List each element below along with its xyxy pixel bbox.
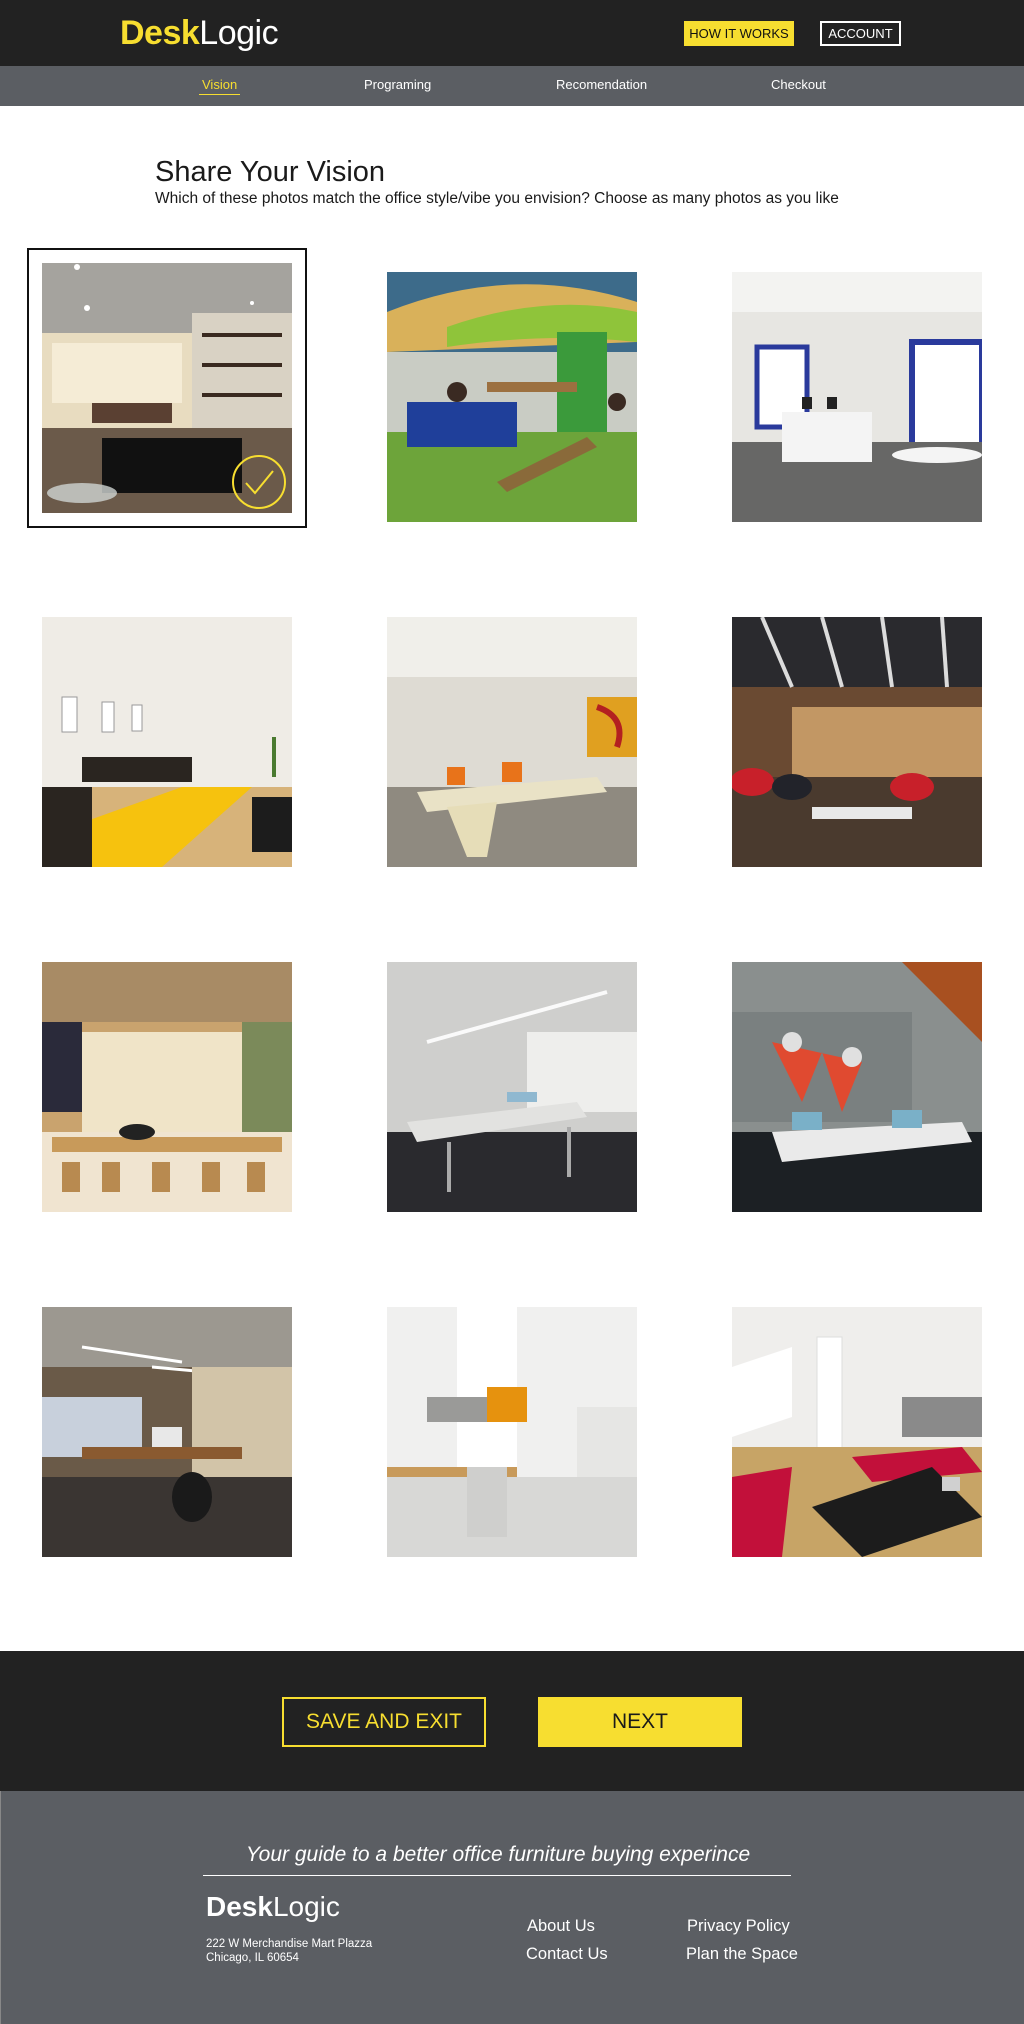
- office-photo-11[interactable]: [387, 1307, 637, 1557]
- office-photo-2-image: [387, 272, 637, 522]
- footer: Your guide to a better office furniture …: [0, 1791, 1024, 2024]
- office-photo-6[interactable]: [732, 617, 982, 867]
- office-photo-3-image: [732, 272, 982, 522]
- logo-logic-text: Logic: [199, 14, 279, 52]
- nav-item-vision[interactable]: Vision: [199, 77, 241, 95]
- office-photo-7[interactable]: [42, 962, 292, 1212]
- office-photo-5[interactable]: [387, 617, 637, 867]
- page-subtitle: Which of these photos match the office s…: [155, 190, 839, 207]
- footer-logo-logic: Logic: [272, 1891, 340, 1922]
- selected-check-icon: [232, 455, 286, 509]
- office-photo-8-image: [387, 962, 637, 1212]
- plan-the-space-link[interactable]: Plan the Space: [686, 1945, 798, 1964]
- office-photo-4-image: [42, 617, 292, 867]
- next-button[interactable]: NEXT: [538, 1697, 742, 1747]
- desklogic-logo[interactable]: DeskLogic: [120, 14, 279, 52]
- footer-divider: [203, 1875, 791, 1876]
- office-photo-8[interactable]: [387, 962, 637, 1212]
- office-photo-9-image: [732, 962, 982, 1212]
- footer-logo[interactable]: DeskLogic: [206, 1891, 340, 1923]
- office-photo-6-image: [732, 617, 982, 867]
- footer-tagline: Your guide to a better office furniture …: [245, 1843, 751, 1866]
- save-and-exit-button[interactable]: SAVE AND EXIT: [282, 1697, 486, 1747]
- step-nav: Vision Programing Recomendation Checkout: [0, 66, 1024, 106]
- account-button[interactable]: ACCOUNT: [820, 21, 901, 46]
- top-header: DeskLogic HOW IT WORKS ACCOUNT: [0, 0, 1024, 66]
- office-photo-12-image: [732, 1307, 982, 1557]
- contact-us-link[interactable]: Contact Us: [526, 1945, 608, 1964]
- office-photo-7-image: [42, 962, 292, 1212]
- nav-item-recomendation[interactable]: Recomendation: [556, 77, 647, 93]
- office-photo-2[interactable]: [387, 272, 637, 522]
- office-photo-12[interactable]: [732, 1307, 982, 1557]
- page-title: Share Your Vision: [155, 156, 386, 188]
- about-us-link[interactable]: About Us: [527, 1917, 595, 1936]
- privacy-policy-link[interactable]: Privacy Policy: [687, 1917, 790, 1936]
- office-photo-5-image: [387, 617, 637, 867]
- address-line-1: 222 W Merchandise Mart Plazza: [206, 1938, 373, 1950]
- office-photo-4[interactable]: [42, 617, 292, 867]
- how-it-works-button[interactable]: HOW IT WORKS: [684, 21, 794, 46]
- office-photo-9[interactable]: [732, 962, 982, 1212]
- footer-logo-desk: Desk: [206, 1891, 273, 1922]
- nav-item-checkout[interactable]: Checkout: [771, 77, 826, 93]
- office-photo-11-image: [387, 1307, 637, 1557]
- footer-address: 222 W Merchandise Mart Plazza Chicago, I…: [206, 1937, 372, 1965]
- office-photo-10[interactable]: [42, 1307, 292, 1557]
- address-line-2: Chicago, IL 60654: [206, 1952, 299, 1964]
- office-photo-10-image: [42, 1307, 292, 1557]
- logo-desk-text: Desk: [120, 14, 200, 52]
- action-bar: SAVE AND EXIT NEXT: [0, 1651, 1024, 1791]
- nav-item-programing[interactable]: Programing: [364, 77, 431, 93]
- office-photo-3[interactable]: [732, 272, 982, 522]
